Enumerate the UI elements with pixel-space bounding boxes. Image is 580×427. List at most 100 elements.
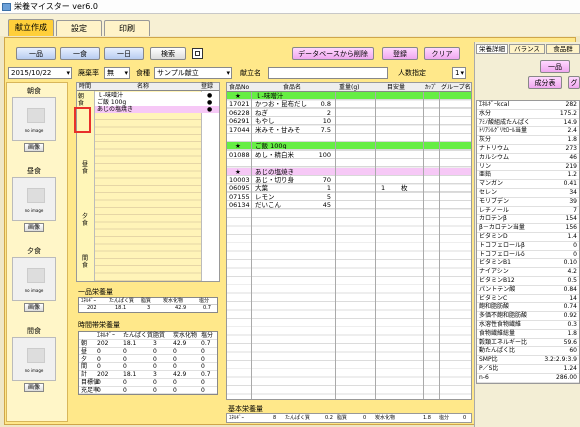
value-cell: 0: [153, 363, 157, 371]
nutrient-value: 0.92: [563, 312, 577, 320]
type-label: 食種: [136, 69, 150, 77]
base-value: 0: [463, 415, 467, 421]
search-button[interactable]: 検索: [150, 47, 186, 60]
register-column: [201, 91, 219, 281]
nutrient-value: 14: [569, 294, 577, 302]
graph-button[interactable]: グ: [568, 76, 580, 89]
register-button[interactable]: 登録: [382, 47, 418, 60]
dish-row[interactable]: ★ ご飯 100g: [227, 142, 471, 151]
nutrient-value: 0.10: [563, 259, 577, 267]
food-row[interactable]: 06095 大葉 1 1 枚: [227, 184, 471, 193]
food-no-cell: 06228: [229, 108, 250, 117]
nutrient-name: ナトリウム: [479, 145, 510, 152]
value-cell: 3: [153, 371, 157, 379]
food-row[interactable]: 07155 レモン 5: [227, 193, 471, 201]
nutrient-value: 0.3: [567, 321, 577, 328]
food-no-cell: 17021: [229, 100, 250, 109]
nutrient-value: 0.74: [563, 303, 577, 311]
copy-icon[interactable]: [192, 48, 203, 59]
nutrient-value: 286.00: [556, 373, 577, 381]
col-time: 時間: [79, 83, 92, 90]
header-cell: 脂質: [141, 298, 152, 304]
tab-food-group[interactable]: 食品群: [546, 44, 580, 54]
nutrient-name: レチノール: [479, 206, 509, 214]
nutrient-value: 1.8: [567, 329, 577, 337]
row-label: 間: [81, 363, 88, 371]
tab-balance[interactable]: バランス: [509, 44, 545, 54]
dish-row[interactable]: ★ あじの塩焼き: [227, 167, 471, 176]
clear-button[interactable]: クリア: [424, 47, 460, 60]
food-name-cell: だいこん: [255, 201, 281, 210]
base-label: 炭水化物: [375, 415, 396, 421]
image-icon[interactable]: no image: [12, 177, 56, 221]
food-row[interactable]: 17021 かつお・昆布だし 0.8: [227, 100, 471, 109]
nutrient-name: パントテン酸: [479, 285, 516, 293]
value-cell: 18.1: [115, 305, 127, 311]
tab-nutrition-detail[interactable]: 栄養詳細: [476, 44, 508, 54]
food-row[interactable]: 17044 米みそ・甘みそ 7.5: [227, 126, 471, 134]
delete-from-db-button[interactable]: データベースから削除: [292, 47, 374, 60]
people-select[interactable]: 1: [452, 67, 466, 79]
waste-select[interactable]: 無: [104, 67, 130, 79]
breakfast-highlight-box: [74, 107, 91, 133]
ichinichi-button[interactable]: 一日: [104, 47, 144, 60]
value-cell: 0: [153, 386, 157, 394]
menu-row[interactable]: ｌ-味噌汁 ●: [95, 92, 219, 99]
tab-print[interactable]: 印刷: [104, 20, 150, 36]
nutrient-name: ﾄﾘｱｼﾙｸﾞﾘｾﾛｰﾙ当量: [479, 127, 528, 135]
weight-cell: 7.5: [320, 125, 331, 134]
menu-row-name: あじの塩焼き: [97, 106, 134, 113]
nutrient-row: ｴﾈﾙｷﾞｰkcal 282: [477, 101, 579, 110]
ichihin-button[interactable]: 一品: [16, 47, 56, 60]
people-label: 人数指定: [398, 69, 426, 77]
menu-row[interactable]: ご飯 100g ●: [95, 99, 219, 106]
value-cell: 炭水化物: [173, 332, 198, 339]
image-button[interactable]: 画像: [24, 383, 44, 392]
food-table: 食品No 食品名 重量(g) 目安量 ｶｯﾌﾟ グループ名 ★ ｌ-味噌汁 1702…: [226, 82, 472, 400]
right-ichihin-button[interactable]: 一品: [540, 60, 570, 73]
date-select[interactable]: 2015/10/22: [8, 67, 72, 79]
nutrient-name: カロテンβ: [479, 215, 507, 223]
menu-name-input[interactable]: [268, 67, 388, 79]
nutrient-value: 59.6: [563, 338, 577, 346]
image-button[interactable]: 画像: [24, 223, 44, 232]
food-row[interactable]: 01088 めし・精白米 100: [227, 151, 471, 159]
empty-row[interactable]: [227, 159, 471, 168]
image-button[interactable]: 画像: [24, 143, 44, 152]
image-icon[interactable]: no image: [12, 337, 56, 381]
food-table-header: 食品No 食品名 重量(g) 目安量 ｶｯﾌﾟ グループ名: [227, 83, 471, 92]
nutrient-value: 219: [565, 162, 577, 170]
image-icon[interactable]: no image: [12, 257, 56, 301]
period-header-row: ｴﾈﾙｷﾞｰ たんぱく質 脂質 炭水化物 塩分: [79, 332, 217, 340]
nutrient-value: 4.2: [567, 268, 577, 276]
base-label: 塩分: [439, 415, 450, 421]
breakfast-side-label: 朝食: [78, 93, 85, 107]
nutrient-value: 154: [565, 215, 577, 223]
star-icon: ★: [235, 92, 241, 100]
food-row[interactable]: 06228 ねぎ 2: [227, 109, 471, 117]
image-button[interactable]: 画像: [24, 303, 44, 312]
tab-menu-create[interactable]: 献立作成: [8, 19, 54, 36]
food-row[interactable]: 06134 だいこん 45: [227, 201, 471, 210]
tab-settings[interactable]: 設定: [56, 20, 102, 36]
food-row[interactable]: 10003 あじ・切り身 70: [227, 176, 471, 184]
value-cell: 0: [153, 347, 157, 355]
isshoku-button[interactable]: 一食: [60, 47, 100, 60]
col-divider: [335, 92, 336, 399]
nutrient-value: 1.8: [567, 136, 577, 144]
base-value: 0.2: [325, 415, 333, 421]
nutrient-row: 亜鉛 1.2: [477, 171, 579, 181]
seibunhyo-button[interactable]: 成分表: [528, 76, 562, 89]
main-tabs: 献立作成 設定 印刷: [0, 14, 580, 36]
food-row[interactable]: 06291 もやし 10: [227, 117, 471, 126]
weight-cell: 100: [318, 150, 331, 159]
col-food-name: 食品名: [283, 84, 302, 91]
image-icon[interactable]: no image: [12, 97, 56, 141]
nutrient-row: ナトリウム 273: [477, 145, 579, 154]
single-nutrition-value-row: 202 18.1 3 42.9 0.7: [79, 305, 217, 312]
menu-row-selected[interactable]: あじの塩焼き ●: [95, 106, 219, 113]
dish-row[interactable]: ★ ｌ-味噌汁: [227, 92, 471, 100]
type-select[interactable]: サンプル献立: [154, 67, 232, 79]
base-label: たんぱく質: [285, 415, 311, 421]
empty-row[interactable]: [227, 134, 471, 142]
